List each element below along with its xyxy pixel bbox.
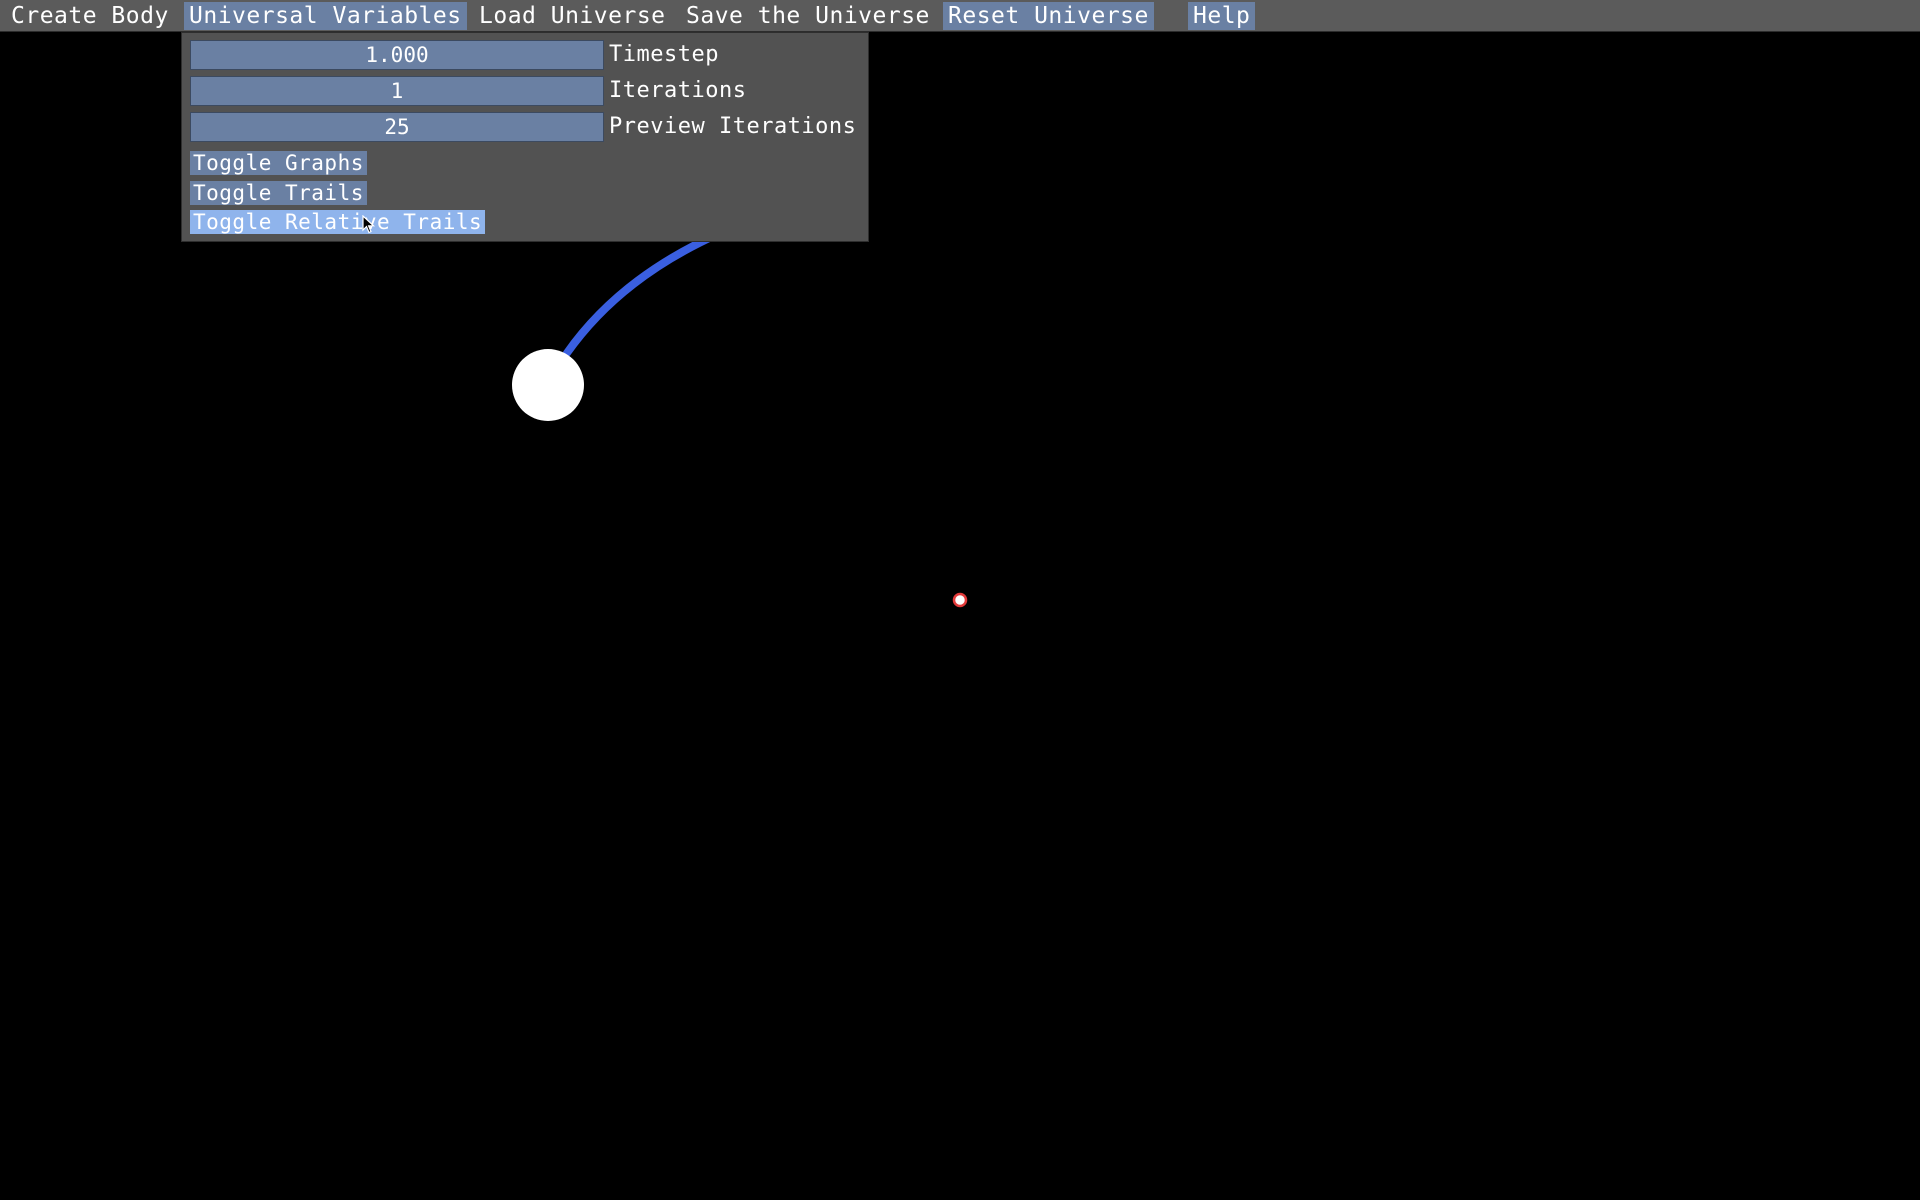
large-body[interactable] [512,349,584,421]
preview-iterations-input[interactable] [190,112,604,142]
universal-variables-dropdown: Timestep Iterations Preview Iterations T… [181,32,869,242]
menu-bar: Create Body Universal Variables Load Uni… [0,0,1920,32]
menu-help[interactable]: Help [1188,2,1256,30]
menu-universal-variables[interactable]: Universal Variables [184,2,467,30]
menu-load-universe[interactable]: Load Universe [474,2,671,30]
menu-create-body[interactable]: Create Body [6,2,174,30]
preview-iterations-label: Preview Iterations [609,114,857,139]
small-body[interactable] [952,592,968,608]
menu-save-the-universe[interactable]: Save the Universe [681,2,935,30]
menu-reset-universe[interactable]: Reset Universe [943,2,1154,30]
timestep-input[interactable] [190,40,604,70]
toggle-graphs-button[interactable]: Toggle Graphs [190,151,367,175]
toggle-relative-trails-button[interactable]: Toggle Relative Trails [190,210,486,234]
timestep-label: Timestep [609,42,719,67]
iterations-input[interactable] [190,76,604,106]
iterations-label: Iterations [609,78,747,103]
toggle-trails-button[interactable]: Toggle Trails [190,181,367,205]
